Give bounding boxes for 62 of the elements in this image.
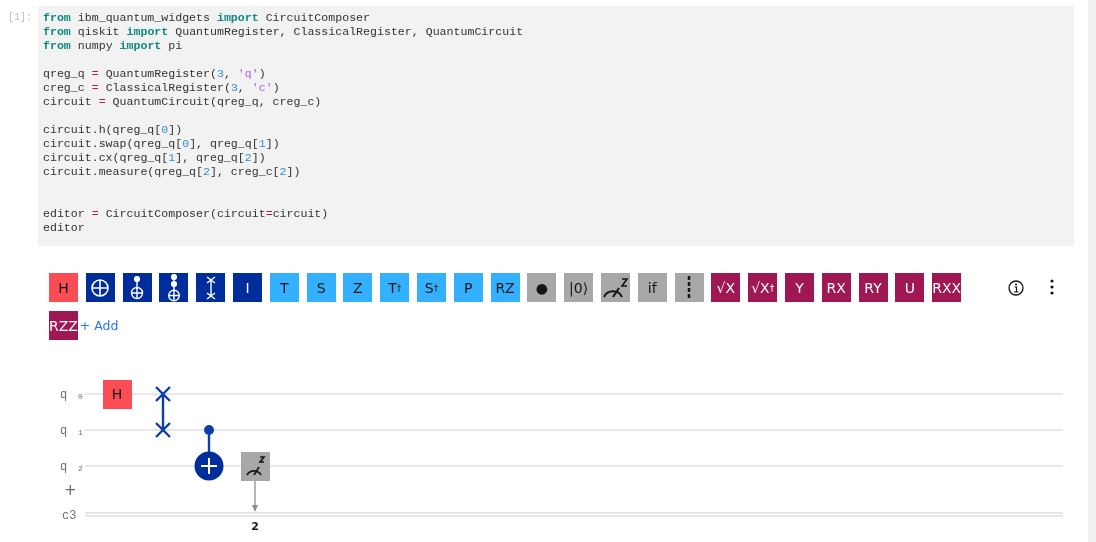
swap-gate-button[interactable] (196, 273, 226, 302)
info-icon[interactable] (1008, 280, 1024, 296)
gate-button[interactable]: ● (527, 273, 557, 302)
double-controlled-target-icon (166, 273, 181, 302)
ccx-gate-button[interactable] (159, 273, 189, 302)
gate-button[interactable]: RXX (932, 273, 962, 302)
classical-register-label: c3 (62, 509, 77, 523)
gate-button[interactable]: T$^{†}$ (380, 273, 410, 302)
code-line: from numpy import pi (43, 39, 184, 53)
gate-button[interactable]: I (233, 273, 262, 302)
swap-gate[interactable] (154, 385, 172, 439)
code-line: circuit.swap(qreg_q[0], qreg_q[1]) (43, 137, 281, 151)
code-line: creg_c = ClassicalRegister(3, 'c') (43, 81, 281, 95)
cnot-gate[interactable] (194, 425, 224, 481)
measure-gate-button[interactable] (600, 273, 630, 302)
add-link[interactable]: + Add (79, 318, 119, 333)
qubit-index: 2 (78, 464, 83, 473)
gate-button[interactable]: RX (821, 273, 851, 302)
gate-button[interactable]: U (895, 273, 925, 302)
add-qubit-button[interactable]: + (64, 481, 77, 499)
swap-icon (204, 275, 217, 300)
code-line: editor (43, 221, 86, 235)
gate-button[interactable]: H (49, 273, 78, 302)
barrier-icon (687, 275, 692, 300)
h-gate[interactable]: H (103, 380, 132, 409)
code-line: circuit.cx(qreg_q[1], qreg_q[2]) (43, 151, 267, 165)
meter-icon (601, 276, 630, 299)
cnot-gate-button[interactable] (85, 273, 115, 302)
measure-gate[interactable] (241, 452, 270, 481)
code-line: qreg_q = QuantumRegister(3, 'q') (43, 67, 267, 81)
measure-arrow (252, 480, 258, 512)
gate-button[interactable]: RY (858, 273, 888, 302)
code-line: editor = CircuitComposer(circuit=circuit) (43, 207, 330, 221)
gate-button[interactable]: √X (711, 273, 741, 302)
gate-button[interactable]: Y (784, 273, 814, 302)
more-icon[interactable] (1049, 278, 1055, 296)
gate-button[interactable]: S$^{†}$ (416, 273, 446, 302)
code-line: from qiskit import QuantumRegister, ClassicalRegister, QuantumCircuit (43, 25, 525, 39)
code-line: circuit.measure(qreg_q[2], creg_c[2]) (43, 165, 302, 179)
qubit-index: 1 (78, 428, 83, 437)
qubit-label: q (60, 460, 68, 474)
code-line: circuit.h(qreg_q[0]) (43, 123, 184, 137)
gate-button[interactable]: Z (343, 273, 373, 302)
gate-button[interactable]: RZ (490, 273, 520, 302)
gate-button[interactable]: |0⟩ (564, 273, 594, 302)
target-icon (90, 277, 111, 298)
classical-bit-label: 2 (251, 520, 259, 533)
code-line: circuit = QuantumCircuit(qreg_q, creg_c) (43, 95, 323, 109)
cell-prompt: [1]: (7, 11, 33, 25)
gate-button[interactable]: T (269, 273, 299, 302)
gate-button[interactable]: P (453, 273, 483, 302)
qubit-label: q (60, 388, 68, 402)
gate-button[interactable]: S (306, 273, 336, 302)
gate-button[interactable]: if (637, 273, 667, 302)
barrier-gate-button[interactable] (674, 273, 704, 302)
qubit-index: 0 (78, 392, 83, 401)
controlled-target-icon (130, 275, 145, 300)
gate-button[interactable]: √X$^{†}$ (748, 273, 778, 302)
gate-button[interactable]: RZZ (49, 311, 78, 340)
code-line: from ibm_quantum_widgets import CircuitComposer (43, 11, 372, 25)
cx-gate-button[interactable] (122, 273, 152, 302)
qubit-label: q (60, 424, 68, 438)
